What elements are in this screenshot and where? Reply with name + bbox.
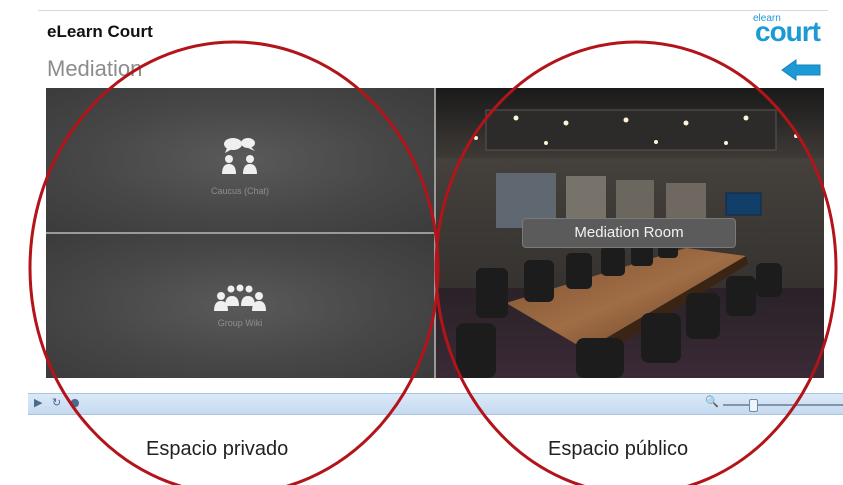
group-wiki-label: Group Wiki bbox=[217, 318, 263, 328]
caucus-chat-tile[interactable]: Caucus (Chat) bbox=[46, 88, 434, 232]
private-space-caption: Espacio privado bbox=[146, 438, 289, 460]
play-icon[interactable]: ▶ bbox=[34, 396, 42, 409]
back-arrow-icon[interactable] bbox=[780, 58, 822, 82]
mediation-stage: Caucus (Chat) Group Wiki Mediation Room bbox=[46, 88, 824, 378]
zoom-slider-track[interactable] bbox=[723, 404, 843, 406]
group-people-icon bbox=[214, 284, 266, 311]
group-wiki-tile[interactable]: Group Wiki bbox=[46, 234, 434, 378]
mediation-room-label: Mediation Room bbox=[522, 218, 736, 248]
zoom-icon: 🔍 bbox=[705, 395, 719, 408]
public-space-caption: Espacio público bbox=[548, 438, 689, 460]
mediation-room-tile[interactable]: Mediation Room bbox=[436, 88, 824, 378]
ecourt-logo: elearn court bbox=[745, 12, 827, 48]
top-divider bbox=[38, 10, 828, 11]
logo-big-text: court bbox=[755, 16, 821, 47]
settings-icon[interactable]: ● bbox=[70, 396, 80, 409]
zoom-slider-thumb[interactable] bbox=[749, 399, 758, 412]
refresh-icon[interactable]: ↻ bbox=[52, 396, 61, 409]
player-control-bar: ▶ ↻ ● 🔍 bbox=[28, 393, 843, 415]
caucus-chat-label: Caucus (Chat) bbox=[210, 186, 270, 196]
app-title: eLearn Court bbox=[47, 22, 153, 41]
chat-people-icon bbox=[222, 138, 257, 174]
page-title: Mediation bbox=[47, 56, 143, 81]
